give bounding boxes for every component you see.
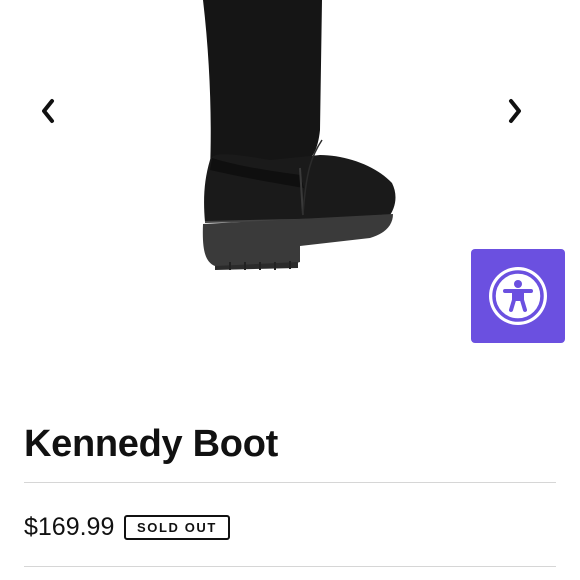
divider (24, 566, 556, 567)
image-carousel (0, 0, 580, 400)
accessibility-icon (489, 267, 547, 325)
divider (24, 482, 556, 483)
carousel-prev-button[interactable] (31, 94, 65, 128)
chevron-right-icon (509, 99, 521, 123)
carousel-next-button[interactable] (498, 94, 532, 128)
sold-out-badge: SOLD OUT (124, 515, 230, 540)
product-page: Kennedy Boot $169.99 SOLD OUT (0, 0, 580, 580)
product-image (202, 0, 396, 270)
chevron-left-icon (42, 99, 54, 123)
accessibility-button[interactable] (471, 249, 565, 343)
product-title: Kennedy Boot (24, 423, 278, 465)
product-price: $169.99 (24, 513, 115, 541)
